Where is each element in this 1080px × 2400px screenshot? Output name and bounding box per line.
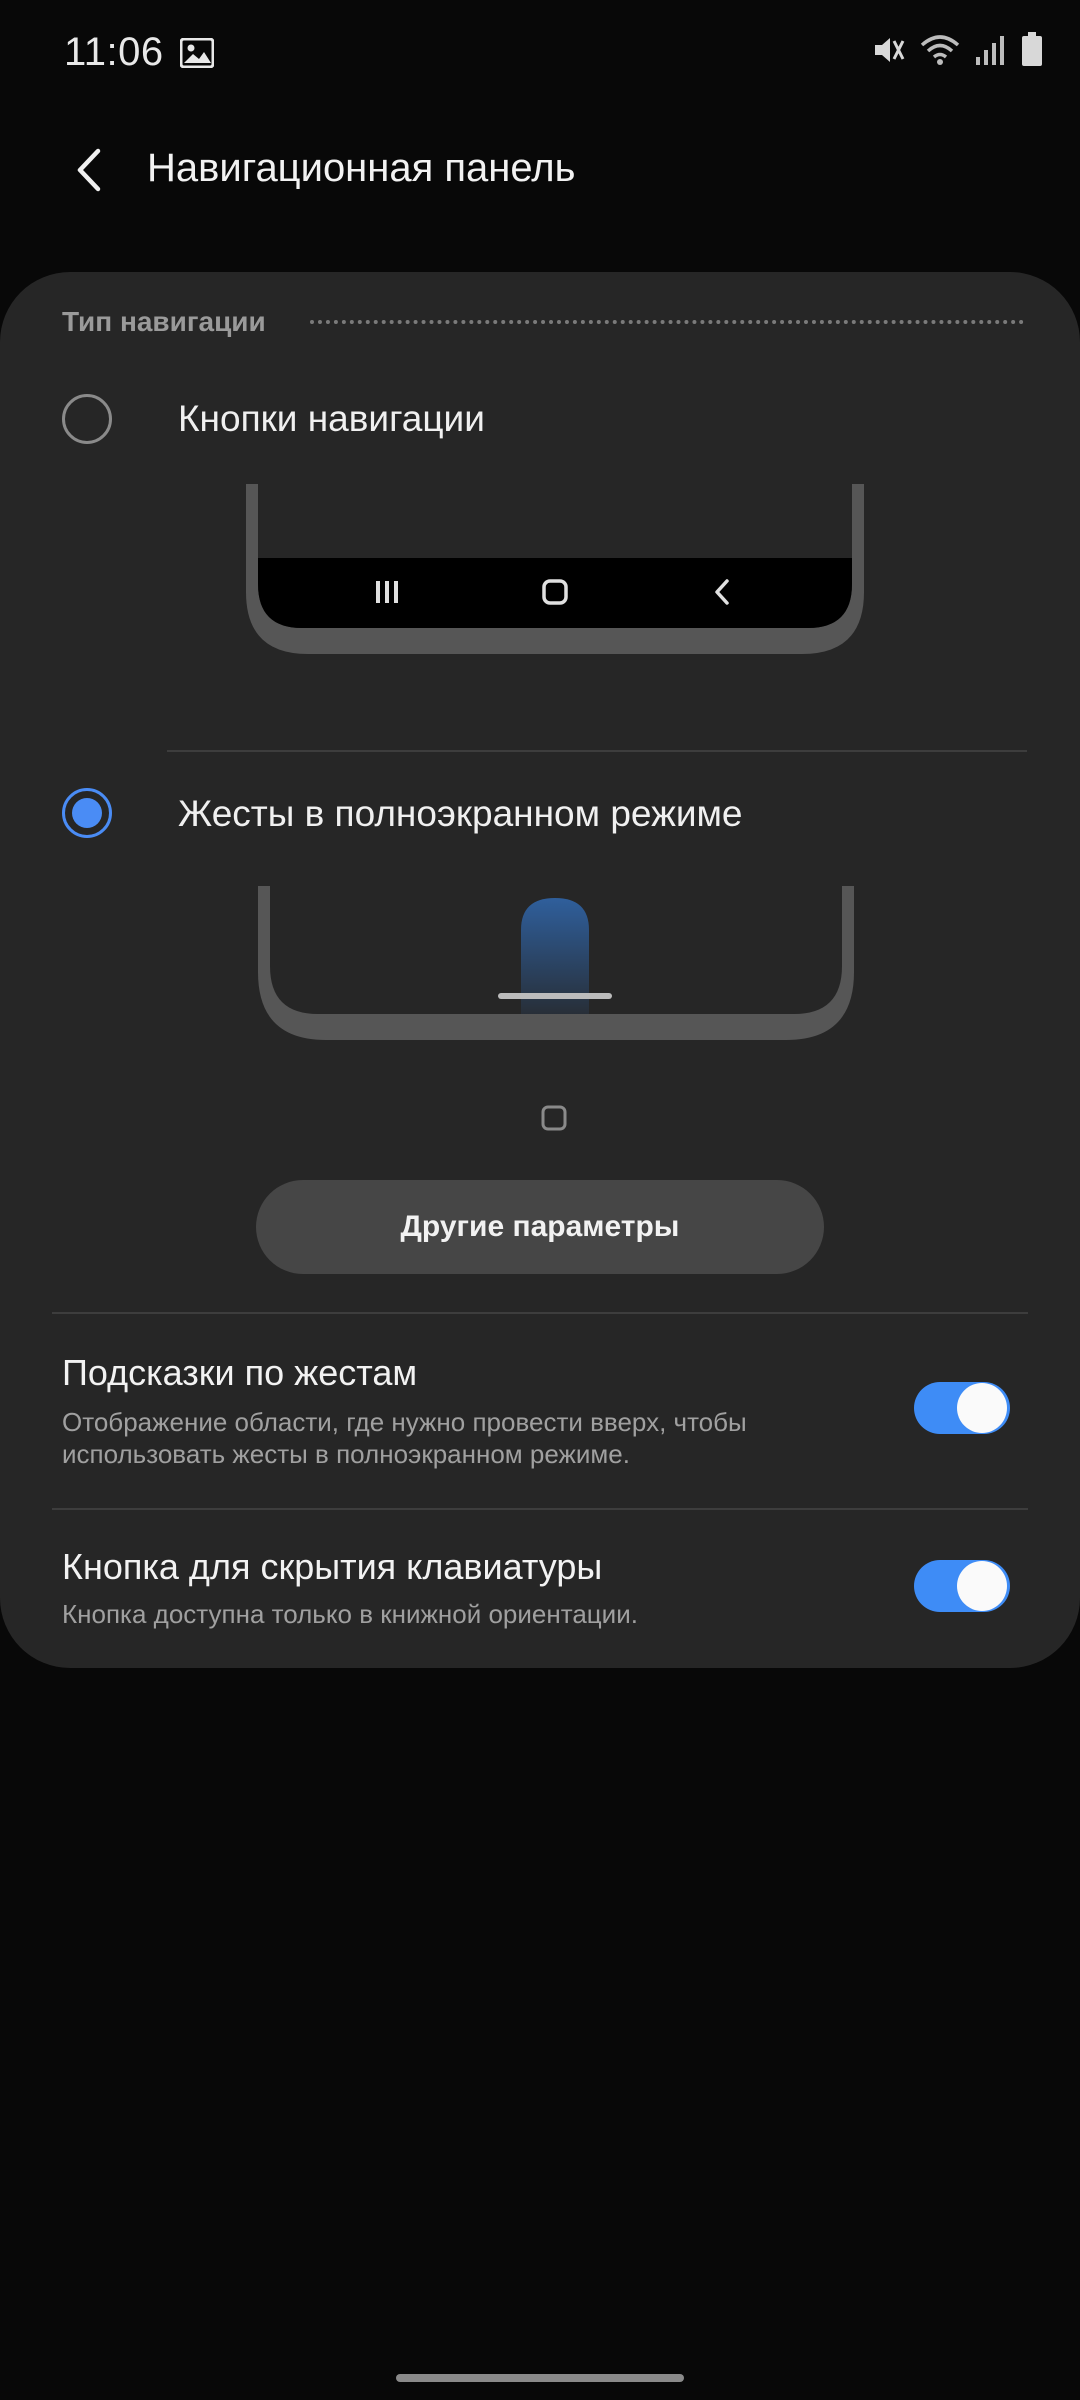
home-indicator[interactable] bbox=[396, 2374, 684, 2382]
settings-divider-top bbox=[52, 1312, 1028, 1314]
back-arrow-icon bbox=[77, 148, 101, 192]
gestures-preview bbox=[258, 886, 854, 1040]
radio-gestures[interactable] bbox=[62, 788, 112, 838]
battery-icon bbox=[1020, 32, 1044, 73]
setting-desc-keyboard-hide-button: Кнопка доступна только в книжной ориента… bbox=[62, 1599, 638, 1629]
setting-desc-gesture-hints: Отображение области, где нужно провести … bbox=[62, 1407, 747, 1469]
signal-icon bbox=[974, 33, 1006, 72]
toggle-gesture-hints[interactable] bbox=[914, 1382, 1010, 1434]
setting-title-gesture-hints: Подсказки по жестам bbox=[62, 1352, 418, 1393]
settings-divider-middle bbox=[52, 1508, 1028, 1510]
section-header-navigation-type: Тип навигации bbox=[62, 306, 266, 337]
mute-icon bbox=[872, 33, 906, 72]
setting-title-keyboard-hide-button: Кнопка для скрытия клавиатуры bbox=[62, 1546, 603, 1587]
navigation-buttons-preview bbox=[246, 484, 864, 654]
section-header-divider bbox=[310, 320, 1024, 324]
status-time: 11:06 bbox=[64, 30, 164, 74]
recent-apps-icon bbox=[376, 581, 398, 603]
option-label-gestures: Жесты в полноэкранном режиме bbox=[178, 793, 743, 834]
option-label-navigation-buttons: Кнопки навигации bbox=[178, 398, 485, 439]
app-bar: Навигационная панель bbox=[0, 110, 1080, 230]
toggle-keyboard-hide-button[interactable] bbox=[914, 1560, 1010, 1612]
gesture-hint-icon bbox=[541, 1105, 567, 1131]
image-icon bbox=[179, 37, 215, 73]
wifi-icon bbox=[920, 33, 960, 72]
status-bar: 11:06 bbox=[0, 0, 1080, 110]
settings-card: Тип навигации Кнопки навигации Жесты в п… bbox=[0, 272, 1080, 1668]
other-parameters-button[interactable]: Другие параметры bbox=[256, 1180, 824, 1274]
radio-navigation-buttons[interactable] bbox=[62, 394, 112, 444]
page-title: Навигационная панель bbox=[147, 146, 576, 190]
back-button[interactable] bbox=[60, 140, 120, 200]
option-divider bbox=[167, 750, 1027, 752]
